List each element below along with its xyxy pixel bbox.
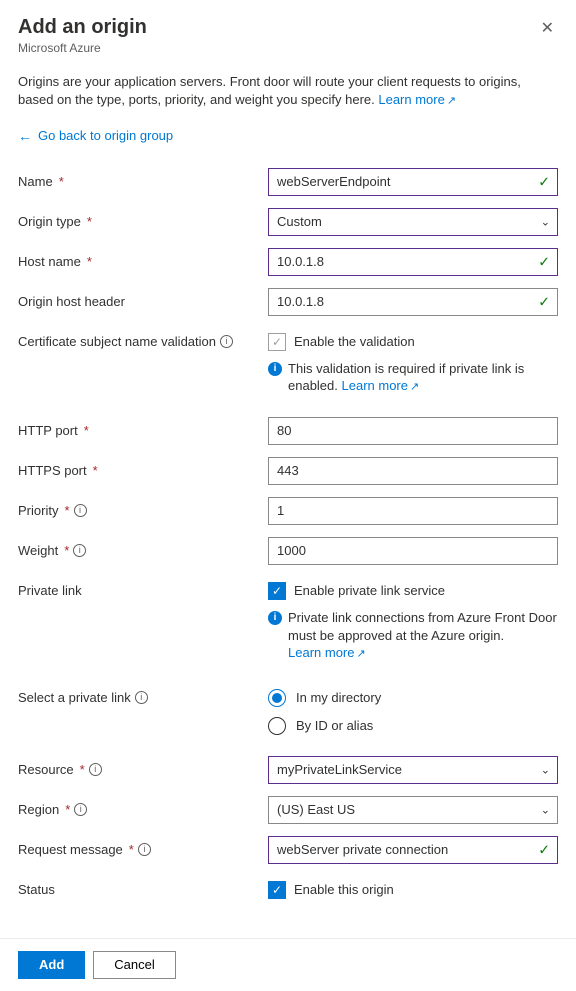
resource-select[interactable]: myPrivateLinkService: [268, 756, 558, 784]
external-link-icon: ↗: [447, 95, 456, 107]
private-link-label: Private link: [18, 583, 82, 598]
host-name-input[interactable]: [268, 248, 558, 276]
required-icon: *: [64, 503, 69, 518]
radio-in-my-directory[interactable]: In my directory: [268, 684, 558, 712]
external-link-icon: ↗: [410, 381, 419, 393]
info-icon[interactable]: i: [74, 803, 87, 816]
select-private-link-label: Select a private link: [18, 690, 131, 705]
region-label: Region: [18, 802, 59, 817]
weight-input[interactable]: [268, 537, 558, 565]
status-label: Status: [18, 882, 55, 897]
weight-label: Weight: [18, 543, 58, 558]
info-icon[interactable]: i: [138, 843, 151, 856]
private-link-checkbox-label: Enable private link service: [294, 583, 445, 598]
cancel-button[interactable]: Cancel: [93, 951, 175, 979]
required-icon: *: [65, 802, 70, 817]
required-icon: *: [87, 254, 92, 269]
origin-host-header-label: Origin host header: [18, 294, 125, 309]
cert-validation-label: Certificate subject name validation: [18, 334, 216, 349]
arrow-left-icon: ←: [18, 128, 32, 144]
origin-type-label: Origin type: [18, 214, 81, 229]
radio-label: In my directory: [296, 690, 381, 705]
close-button[interactable]: ✕: [537, 16, 558, 40]
radio-icon: [268, 717, 286, 735]
cert-learn-more-link[interactable]: Learn more↗: [342, 378, 420, 393]
required-icon: *: [59, 174, 64, 189]
info-icon[interactable]: i: [135, 691, 148, 704]
required-icon: *: [64, 543, 69, 558]
required-icon: *: [80, 762, 85, 777]
request-message-label: Request message: [18, 842, 123, 857]
info-icon[interactable]: i: [89, 763, 102, 776]
required-icon: *: [87, 214, 92, 229]
panel-title: Add an origin: [18, 16, 147, 39]
name-input[interactable]: [268, 168, 558, 196]
info-icon[interactable]: i: [73, 544, 86, 557]
priority-label: Priority: [18, 503, 58, 518]
name-label: Name: [18, 174, 53, 189]
radio-by-id-or-alias[interactable]: By ID or alias: [268, 712, 558, 740]
required-icon: *: [129, 842, 134, 857]
radio-label: By ID or alias: [296, 718, 373, 733]
intro-learn-more-link[interactable]: Learn more↗: [378, 92, 456, 107]
panel-subtitle: Microsoft Azure: [18, 41, 147, 55]
info-filled-icon: i: [268, 611, 282, 625]
origin-host-header-input[interactable]: [268, 288, 558, 316]
cert-validation-note: This validation is required if private l…: [288, 360, 558, 395]
https-port-label: HTTPS port: [18, 463, 87, 478]
origin-type-select[interactable]: Custom: [268, 208, 558, 236]
private-link-note: Private link connections from Azure Fron…: [288, 609, 558, 662]
cert-validation-checkbox[interactable]: ✓: [268, 333, 286, 351]
radio-icon: [268, 689, 286, 707]
back-link[interactable]: Go back to origin group: [38, 128, 173, 143]
region-select[interactable]: (US) East US: [268, 796, 558, 824]
required-icon: *: [84, 423, 89, 438]
host-name-label: Host name: [18, 254, 81, 269]
info-icon[interactable]: i: [74, 504, 87, 517]
info-icon[interactable]: i: [220, 335, 233, 348]
resource-label: Resource: [18, 762, 74, 777]
intro-text: Origins are your application servers. Fr…: [18, 73, 558, 110]
status-checkbox[interactable]: ✓: [268, 881, 286, 899]
private-link-checkbox[interactable]: ✓: [268, 582, 286, 600]
request-message-input[interactable]: [268, 836, 558, 864]
private-link-learn-more-link[interactable]: Learn more↗: [288, 645, 366, 660]
required-icon: *: [93, 463, 98, 478]
https-port-input[interactable]: [268, 457, 558, 485]
priority-input[interactable]: [268, 497, 558, 525]
http-port-label: HTTP port: [18, 423, 78, 438]
http-port-input[interactable]: [268, 417, 558, 445]
status-checkbox-label: Enable this origin: [294, 882, 394, 897]
cert-validation-checkbox-label: Enable the validation: [294, 334, 415, 349]
info-filled-icon: i: [268, 362, 282, 376]
add-button[interactable]: Add: [18, 951, 85, 979]
external-link-icon: ↗: [356, 648, 365, 660]
